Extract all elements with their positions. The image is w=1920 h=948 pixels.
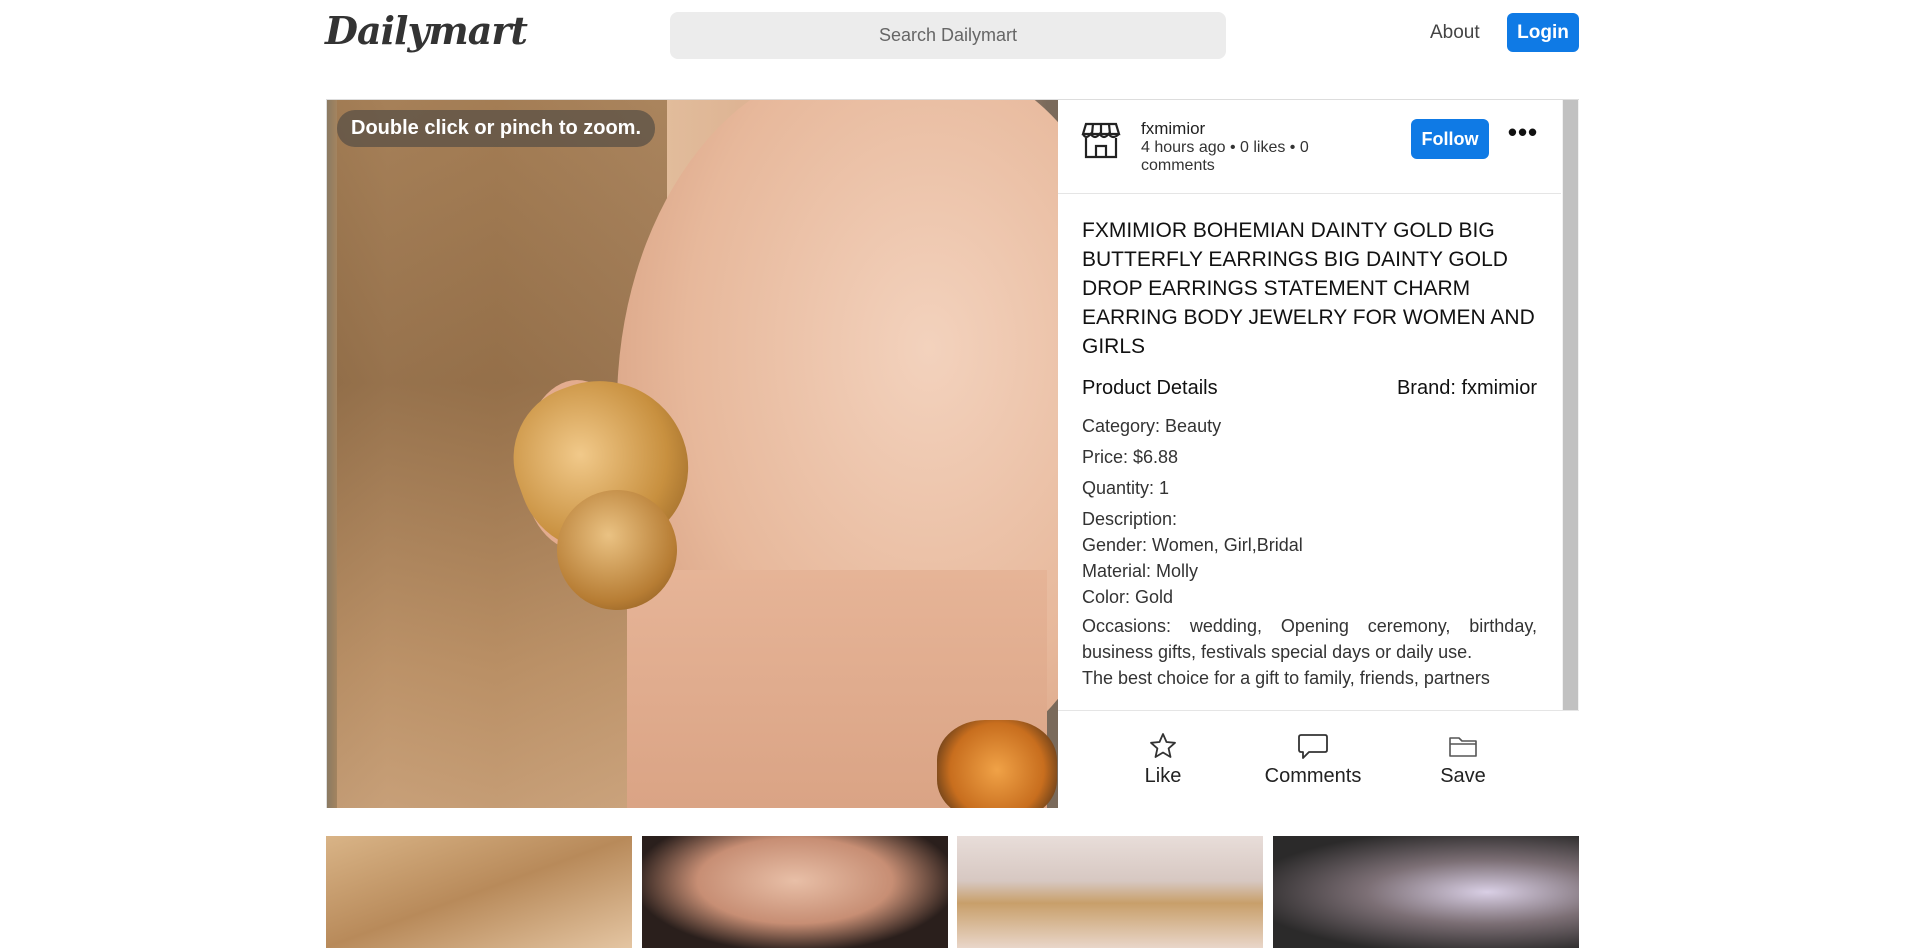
product-info-scroll[interactable]: fxmimior 4 hours ago • 0 likes • 0 comme… [1058, 100, 1561, 710]
store-icon [1081, 120, 1121, 160]
description-label: Description: [1082, 509, 1178, 529]
save-button[interactable]: Save [1423, 731, 1503, 788]
brand-label: Brand: fxmimior [1396, 377, 1537, 399]
poster-header: fxmimior 4 hours ago • 0 likes • 0 comme… [1058, 100, 1561, 194]
related-item-thumbnail[interactable] [326, 836, 632, 948]
occasions-text: Occasions: wedding, Opening ceremony, bi… [1082, 616, 1537, 662]
about-link[interactable]: About [1430, 22, 1480, 44]
comments-button[interactable]: Comments [1248, 731, 1378, 788]
gender-line: Gender: Women, Girl,Bridal [1082, 535, 1303, 555]
folder-icon [1423, 731, 1503, 761]
login-button[interactable]: Login [1507, 13, 1579, 52]
poster-name[interactable]: fxmimior [1141, 119, 1205, 139]
comment-icon [1248, 731, 1378, 761]
save-label: Save [1440, 765, 1486, 787]
action-bar: Like Comments Save [1058, 710, 1579, 808]
post-meta: 4 hours ago • 0 likes • 0 comments [1141, 139, 1309, 174]
like-label: Like [1144, 765, 1182, 787]
zoom-hint: Double click or pinch to zoom. [337, 110, 656, 147]
product-info-panel: fxmimior 4 hours ago • 0 likes • 0 comme… [1058, 100, 1579, 808]
comments-label: Comments [1264, 765, 1362, 787]
material-line: Material: Molly [1082, 561, 1199, 581]
search-input[interactable] [670, 12, 1226, 59]
dailymart-logo[interactable]: Dailymart [325, 8, 528, 53]
related-item-thumbnail[interactable] [1273, 836, 1579, 948]
color-line: Color: Gold [1082, 587, 1174, 607]
product-title: FXMIMIOR BOHEMIAN DAINTY GOLD BIG BUTTER… [1082, 219, 1535, 358]
follow-button[interactable]: Follow [1411, 119, 1489, 159]
category-label: Category: Beauty [1082, 416, 1222, 436]
star-icon [1123, 731, 1203, 761]
related-item-thumbnail[interactable] [957, 836, 1263, 948]
best-choice-text: The best choice for a gift to family, fr… [1082, 668, 1490, 688]
price-label: Price: $6.88 [1082, 447, 1179, 467]
like-button[interactable]: Like [1123, 731, 1203, 788]
product-card: Double click or pinch to zoom. fxmimior … [326, 99, 1579, 808]
quantity-label: Quantity: 1 [1082, 478, 1170, 498]
panel-scrollbar[interactable] [1562, 100, 1579, 723]
product-image[interactable]: Double click or pinch to zoom. [327, 100, 1058, 808]
related-item-thumbnail[interactable] [642, 836, 948, 948]
more-options-icon[interactable]: ••• [1506, 119, 1540, 152]
product-details-label: Product Details [1082, 377, 1218, 399]
